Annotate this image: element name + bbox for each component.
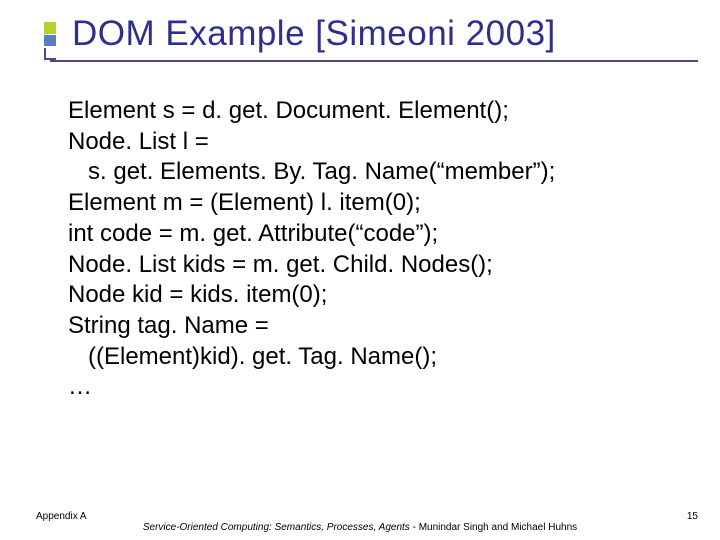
- slide-title: DOM Example [Simeoni 2003]: [72, 14, 700, 54]
- footer-center-tail: - Munindar Singh and Michael Huhns: [410, 522, 577, 533]
- footer-center: Service-Oriented Computing: Semantics, P…: [0, 522, 720, 533]
- code-line: int code = m. get. Attribute(“code”);: [68, 219, 700, 250]
- accent-tick: [44, 48, 56, 60]
- code-line: String tag. Name =: [68, 311, 700, 342]
- footer-page-number: 15: [687, 511, 698, 522]
- code-line: Node. List kids = m. get. Child. Nodes()…: [68, 250, 700, 281]
- code-line: Element m = (Element) l. item(0);: [68, 188, 700, 219]
- title-accent: [44, 22, 56, 60]
- code-line: Node kid = kids. item(0);: [68, 280, 700, 311]
- code-line: s. get. Elements. By. Tag. Name(“member”…: [68, 157, 700, 188]
- accent-square-green: [44, 22, 56, 34]
- code-body: Element s = d. get. Document. Element();…: [68, 96, 700, 403]
- title-rule: [50, 60, 698, 62]
- slide: DOM Example [Simeoni 2003] Element s = d…: [0, 0, 720, 540]
- code-line: Element s = d. get. Document. Element();: [68, 96, 700, 127]
- footer-center-italic: Service-Oriented Computing: Semantics, P…: [143, 522, 410, 533]
- accent-square-blue: [44, 35, 56, 47]
- code-line: …: [68, 372, 700, 403]
- code-line: ((Element)kid). get. Tag. Name();: [68, 342, 700, 373]
- footer-left: Appendix A: [36, 511, 87, 522]
- code-line: Node. List l =: [68, 127, 700, 158]
